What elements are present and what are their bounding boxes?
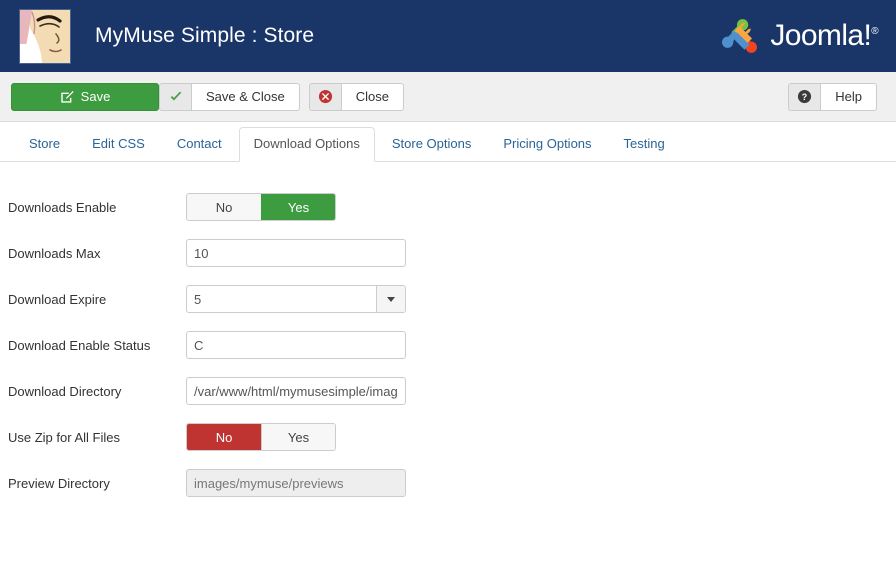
control-downloads-enable: No Yes [186, 193, 336, 221]
brand-name: Joomla!® [770, 19, 878, 53]
control-use-zip-for-all-files: No Yes [186, 423, 336, 451]
label-downloads-max: Downloads Max [0, 246, 186, 261]
input-download-directory[interactable] [186, 377, 406, 405]
download-options-form: Downloads Enable No Yes Downloads Max Do… [0, 162, 896, 506]
save-close-button[interactable]: Save & Close [191, 83, 300, 111]
label-use-zip-for-all-files: Use Zip for All Files [0, 430, 186, 445]
input-downloads-max[interactable] [186, 239, 406, 267]
save-button[interactable]: Save [11, 83, 159, 111]
joomla-logo-icon [722, 16, 762, 56]
control-downloads-max [186, 239, 406, 267]
form-row-use-zip-for-all-files: Use Zip for All Files No Yes [0, 414, 896, 460]
toggle-use-zip-no[interactable]: No [187, 424, 261, 450]
label-download-expire: Download Expire [0, 292, 186, 307]
form-row-download-enable-status: Download Enable Status [0, 322, 896, 368]
circle-x-icon [318, 89, 333, 104]
form-row-download-expire: Download Expire 5 [0, 276, 896, 322]
tab-download-options[interactable]: Download Options [239, 127, 375, 162]
save-button-label: Save [81, 89, 111, 104]
save-close-icon-segment[interactable] [159, 83, 191, 111]
app-header: MyMuse Simple : Store Joomla!® [0, 0, 896, 72]
toggle-use-zip-for-all-files[interactable]: No Yes [186, 423, 336, 451]
label-preview-directory: Preview Directory [0, 476, 186, 491]
avatar [19, 9, 71, 64]
help-icon-segment[interactable]: ? [788, 83, 820, 111]
toggle-downloads-enable[interactable]: No Yes [186, 193, 336, 221]
select-download-expire-value: 5 [187, 286, 376, 312]
tab-store[interactable]: Store [14, 127, 75, 162]
control-preview-directory [186, 469, 406, 497]
tab-contact[interactable]: Contact [162, 127, 237, 162]
input-download-enable-status[interactable] [186, 331, 406, 359]
form-row-download-directory: Download Directory [0, 368, 896, 414]
form-row-downloads-enable: Downloads Enable No Yes [0, 184, 896, 230]
close-button-group[interactable]: Close [309, 83, 404, 111]
chevron-down-icon [387, 297, 395, 302]
input-preview-directory [186, 469, 406, 497]
toggle-downloads-enable-yes[interactable]: Yes [261, 194, 335, 220]
label-download-directory: Download Directory [0, 384, 186, 399]
question-circle-icon: ? [797, 89, 812, 104]
tab-edit-css[interactable]: Edit CSS [77, 127, 160, 162]
brand: Joomla!® [722, 16, 878, 56]
pencil-square-icon [60, 90, 74, 104]
tab-store-options[interactable]: Store Options [377, 127, 487, 162]
check-icon [169, 90, 183, 104]
tab-bar: Store Edit CSS Contact Download Options … [0, 122, 896, 162]
help-button-group[interactable]: ? Help [788, 83, 877, 111]
select-download-expire-caret[interactable] [376, 286, 405, 312]
select-download-expire[interactable]: 5 [186, 285, 406, 313]
page-title: MyMuse Simple : Store [95, 24, 314, 48]
toolbar: Save Save & Close Close ? Help [0, 72, 896, 122]
control-download-expire: 5 [186, 285, 406, 313]
user-avatar-anime-face [20, 10, 71, 64]
form-row-downloads-max: Downloads Max [0, 230, 896, 276]
close-button[interactable]: Close [341, 83, 404, 111]
toggle-downloads-enable-no[interactable]: No [187, 194, 261, 220]
brand-name-text: Joomla! [770, 19, 871, 52]
control-download-enable-status [186, 331, 406, 359]
form-row-preview-directory: Preview Directory [0, 460, 896, 506]
tab-testing[interactable]: Testing [609, 127, 680, 162]
control-download-directory [186, 377, 406, 405]
label-download-enable-status: Download Enable Status [0, 338, 186, 353]
tab-pricing-options[interactable]: Pricing Options [488, 127, 606, 162]
close-icon-segment[interactable] [309, 83, 341, 111]
toggle-use-zip-yes[interactable]: Yes [261, 424, 335, 450]
svg-text:?: ? [802, 92, 807, 102]
save-close-button-group[interactable]: Save & Close [159, 83, 300, 111]
help-button[interactable]: Help [820, 83, 877, 111]
label-downloads-enable: Downloads Enable [0, 200, 186, 215]
brand-registered-mark: ® [871, 26, 878, 37]
